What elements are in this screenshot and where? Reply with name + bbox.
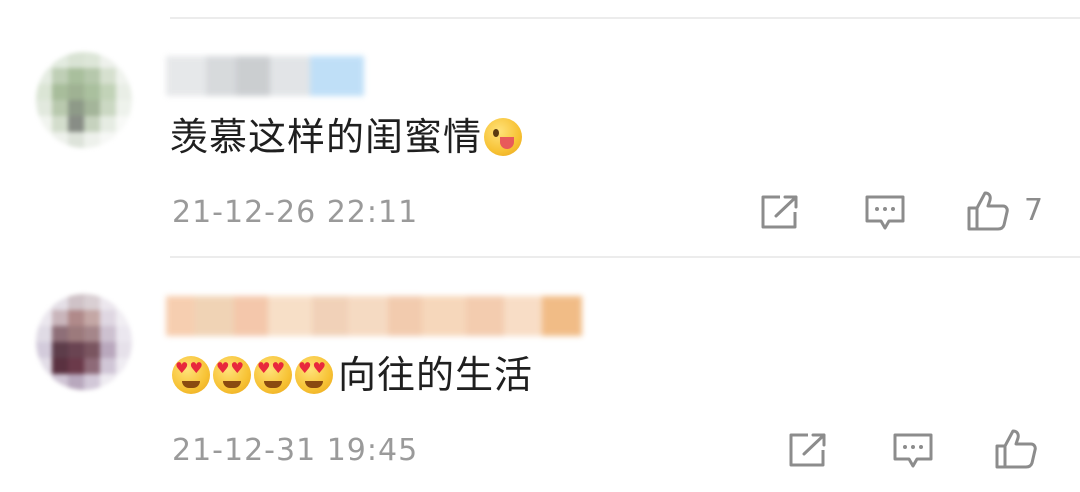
share-button[interactable] — [760, 194, 800, 230]
savoring-face-icon — [484, 118, 523, 156]
reply-button[interactable] — [864, 194, 906, 232]
thumbs-up-icon — [995, 429, 1037, 469]
heart-eyes-face-icon — [295, 356, 333, 394]
share-icon — [789, 433, 826, 467]
thumbs-up-icon — [967, 191, 1009, 231]
comment-icon — [865, 195, 905, 230]
like-button[interactable] — [994, 428, 1038, 470]
comment-icon — [893, 433, 933, 468]
heart-eyes-face-icon — [172, 356, 210, 394]
avatar[interactable] — [36, 52, 132, 148]
reply-button[interactable] — [892, 432, 934, 470]
timestamp: 21-12-26 22:11 — [172, 195, 419, 230]
username-blurred[interactable] — [166, 296, 582, 336]
comment-item: 羡慕这样的闺蜜情 21-12-26 22:11 7 — [0, 0, 1080, 256]
comment-text-content: 羡慕这样的闺蜜情 — [170, 115, 483, 159]
avatar[interactable] — [36, 294, 132, 390]
username-blurred[interactable] — [166, 56, 364, 96]
comment-text: 向往的生活 — [172, 356, 533, 394]
comment-text-content: 向往的生活 — [338, 353, 534, 397]
share-icon — [761, 195, 798, 229]
like-count: 7 — [1024, 193, 1044, 228]
share-button[interactable] — [788, 432, 828, 468]
heart-eyes-face-icon — [213, 356, 251, 394]
like-button[interactable]: 7 — [966, 190, 1043, 232]
comment-item: 向往的生活 21-12-31 19:45 — [0, 256, 1080, 492]
comment-text: 羡慕这样的闺蜜情 — [170, 115, 523, 159]
timestamp: 21-12-31 19:45 — [172, 433, 419, 468]
heart-eyes-face-icon — [254, 356, 292, 394]
